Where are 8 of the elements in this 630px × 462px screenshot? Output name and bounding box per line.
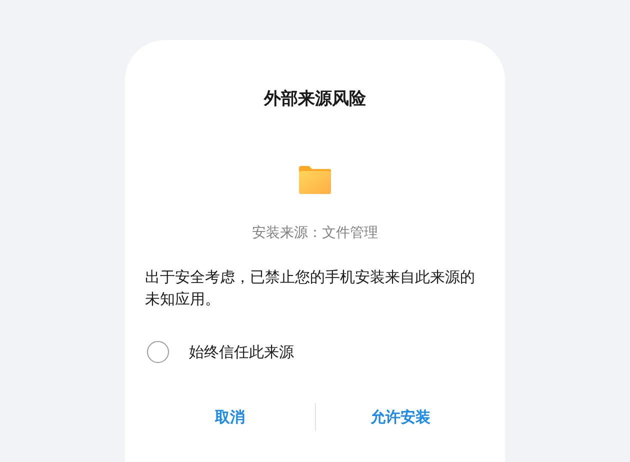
allow-button[interactable]: 允许安装 [316,397,485,437]
cancel-button[interactable]: 取消 [145,397,314,437]
warning-message: 出于安全考虑，已禁止您的手机安装来自此来源的未知应用。 [145,267,476,310]
trust-label: 始终信任此来源 [189,342,294,362]
folder-icon [298,165,332,195]
dialog-title: 外部来源风险 [264,88,366,110]
install-source: 安装来源：文件管理 [252,224,378,243]
trust-radio[interactable] [147,341,169,363]
